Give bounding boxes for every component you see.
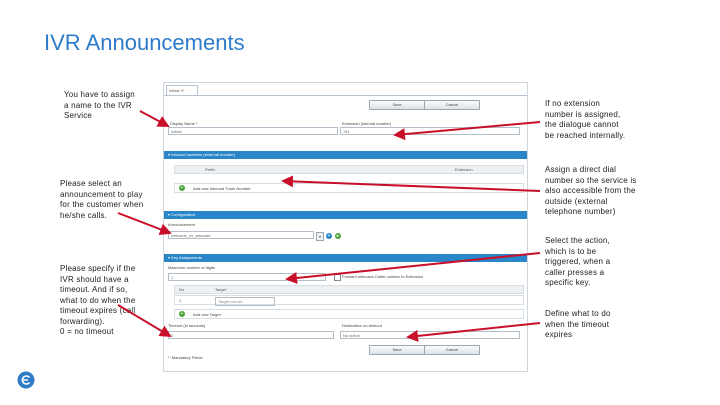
configuration-section-header[interactable]: ▾ Configuration [164, 211, 527, 219]
ivr-config-screenshot: ivrtest ✕ Save Cancel Display Name * ivr… [163, 82, 528, 372]
add-announcement-icon[interactable]: + [326, 233, 332, 239]
mandatory-fields-note: *: Mandatory Fields [168, 355, 203, 360]
forward-label: Forward unknown Caller number to Extensi… [342, 274, 424, 279]
extension-label: Extension (internal number) [342, 121, 392, 126]
destination-select[interactable]: No action [340, 331, 520, 339]
note-define-timeout: Define what to do when the timeout expir… [545, 309, 611, 339]
col-extension: Extension [455, 167, 473, 172]
slide-title: IVR Announcements [44, 30, 245, 55]
cancel-button[interactable]: Cancel [424, 100, 480, 110]
inbound-table-header: Prefix Extension [174, 165, 524, 174]
add-inbound-row[interactable]: + Add new Inbound Trunk Number [174, 183, 524, 193]
inbound-section-header[interactable]: ▾ Inbound numbers (external number) [164, 151, 527, 159]
display-name-input[interactable]: ivrtest [168, 127, 338, 135]
timeout-label: Timeout (in seconds) [168, 323, 206, 328]
extension-input[interactable]: 761 [340, 127, 520, 135]
row-target-select[interactable]: Target not set [215, 297, 275, 306]
note-select-action: Select the action, which is to be trigge… [545, 236, 611, 287]
save-button-bottom[interactable]: Save [369, 345, 425, 355]
company-logo-icon [17, 371, 35, 389]
tab-divider [164, 95, 527, 96]
note-extension: If no extension number is assigned, the … [545, 99, 626, 140]
col-target: Target [215, 287, 227, 292]
add-target-icon[interactable]: + [179, 311, 185, 317]
note-select-announcement: Please select an announcement to play fo… [60, 179, 144, 220]
forward-checkbox[interactable] [334, 274, 341, 281]
save-button[interactable]: Save [369, 100, 425, 110]
play-announcement-icon[interactable]: ▸ [335, 233, 341, 239]
col-prefix: Prefix [205, 167, 216, 172]
destination-label: Destination on timeout [342, 323, 382, 328]
key-assignments-section-header[interactable]: ▾ Key Assignments [164, 254, 527, 262]
dropdown-arrow-icon[interactable]: ▾ [316, 232, 324, 241]
add-target-label[interactable]: Add new Target [193, 312, 221, 317]
col-no: No [179, 287, 185, 292]
key-table-header: No Target [174, 285, 524, 294]
note-direct-dial: Assign a direct dial number so the servi… [545, 165, 637, 216]
announcement-select[interactable]: welcome_ivr_wav.wav [168, 231, 314, 239]
max-digits-input[interactable]: 1 [168, 273, 326, 281]
key-table-row[interactable]: 1 Target not set [174, 295, 524, 306]
add-target-row[interactable]: + Add new Target [174, 309, 524, 319]
cancel-button-bottom[interactable]: Cancel [424, 345, 480, 355]
row-no: 1 [179, 298, 182, 303]
announcement-label: Announcement [168, 222, 195, 227]
add-icon[interactable]: + [179, 185, 185, 191]
tab-ivrtest[interactable]: ivrtest ✕ [166, 85, 198, 95]
display-name-label: Display Name * [170, 121, 198, 126]
timeout-input[interactable]: 0 [168, 331, 334, 339]
add-inbound-label[interactable]: Add new Inbound Trunk Number [193, 186, 251, 191]
note-assign-name: You have to assign a name to the IVR Ser… [64, 90, 135, 120]
max-digits-label: Maximum number of digits [168, 265, 215, 270]
note-timeout: Please specify if the IVR should have a … [60, 264, 136, 336]
